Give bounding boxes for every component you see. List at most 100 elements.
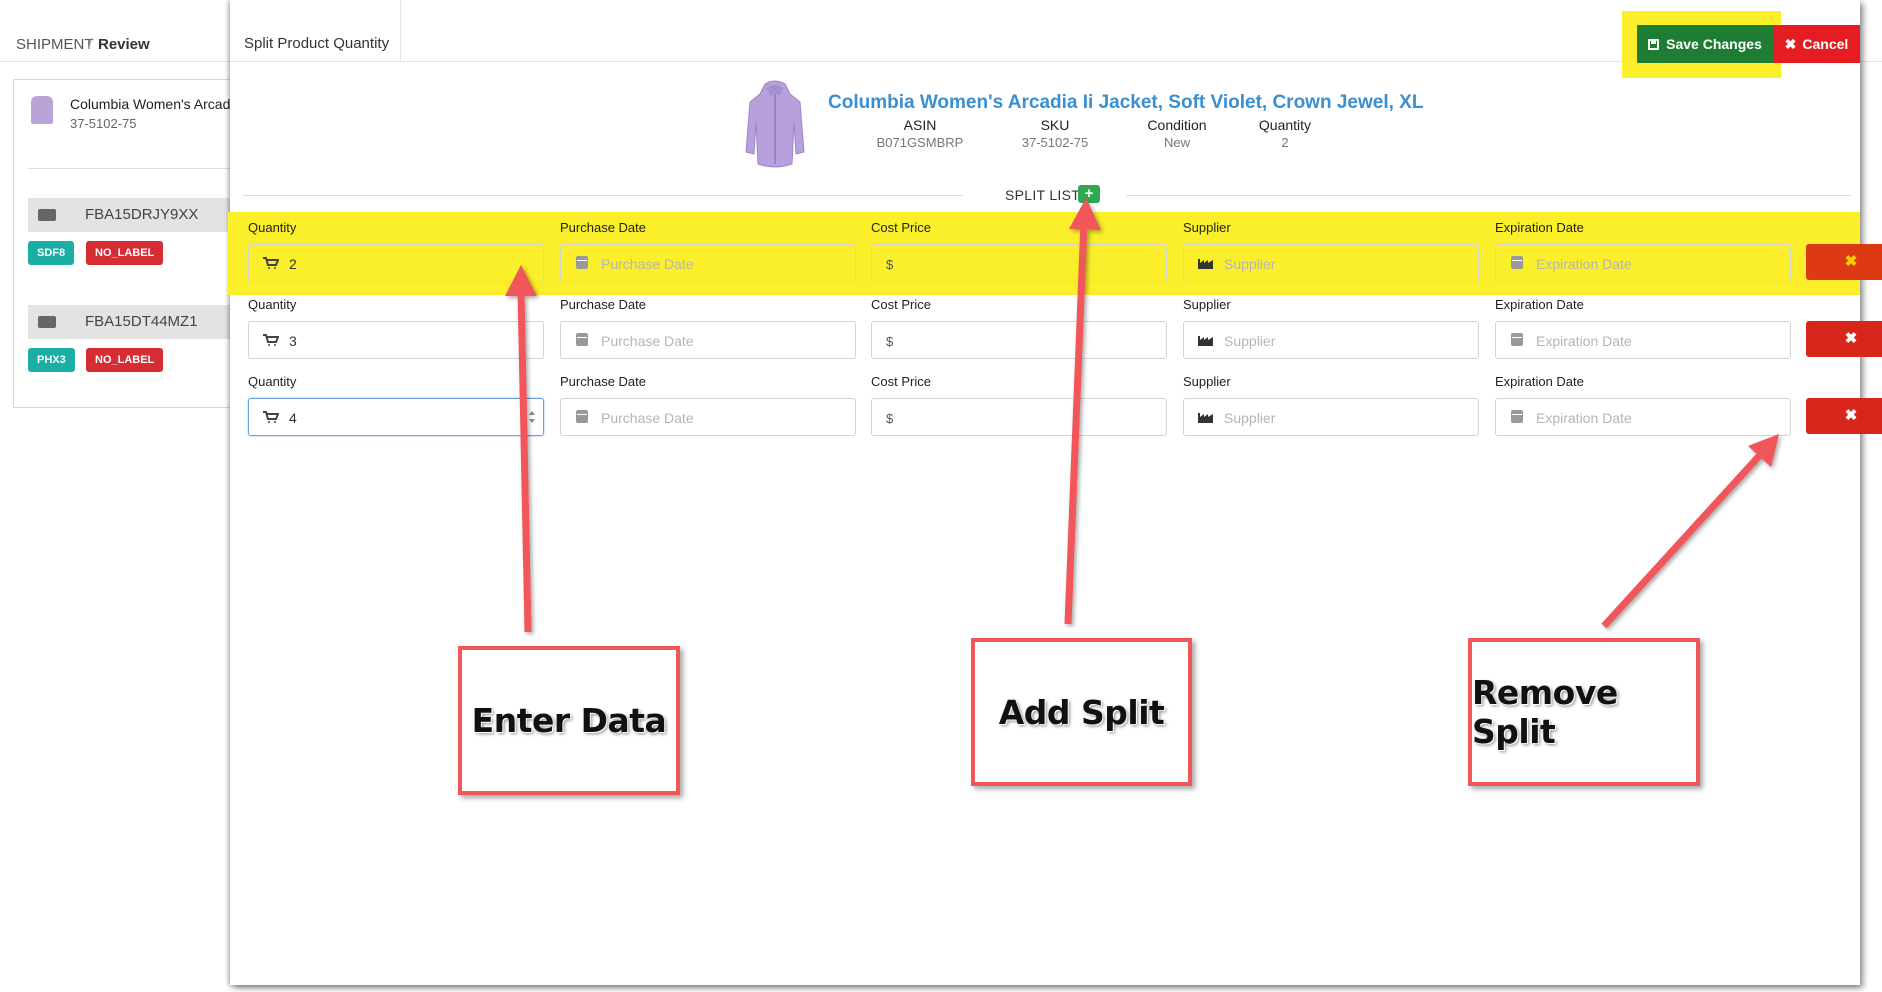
shipment-row[interactable]: FBA15DT44MZ1 [28,305,243,339]
breadcrumb-review: Review [98,36,150,53]
split-row: Quantity Purchase Date Cost Price Suppli… [230,297,1882,373]
shipment-id: FBA15DRJY9XX [85,206,199,223]
dollar-icon: $ [886,257,894,272]
save-changes-button[interactable]: Save Changes [1637,25,1773,63]
condition-info: Condition New [1127,117,1227,150]
truck-icon [38,316,56,328]
quantity-input[interactable]: 4 [248,398,544,436]
calendar-icon [1511,333,1523,346]
condition-label: Condition [1147,117,1207,133]
label-status-badge: NO_LABEL [86,241,164,265]
purchase-date-placeholder: Purchase Date [601,333,694,349]
purchase-date-label: Purchase Date [560,220,646,235]
calendar-icon [576,410,588,423]
modal-tab: Split Product Quantity [230,0,401,62]
divider [28,168,243,169]
expiration-date-placeholder: Expiration Date [1536,256,1632,272]
breadcrumb-separator: / [88,36,93,53]
expiration-date-input[interactable]: Expiration Date [1495,398,1791,436]
split-quantity-modal: Split Product Quantity Save Changes ✖ Ca… [228,0,1882,985]
asin-label: ASIN [903,117,937,133]
divider [1126,195,1851,196]
cart-icon [263,334,279,346]
factory-icon [1198,259,1213,269]
supplier-placeholder: Supplier [1224,410,1276,426]
cost-price-label: Cost Price [871,297,931,312]
save-changes-label: Save Changes [1666,36,1762,52]
close-icon: ✖ [1784,35,1797,52]
modal-title: Split Product Quantity [244,35,390,52]
sku-info: SKU 37-5102-75 [1010,117,1100,150]
calendar-icon [1511,256,1523,269]
add-split-button[interactable]: + [1078,185,1100,203]
add-split-callout: Add Split [971,638,1192,786]
factory-icon [1198,413,1213,423]
cost-price-input[interactable]: $ [871,398,1167,436]
enter-data-callout: Enter Data [458,646,680,795]
expiration-date-label: Expiration Date [1495,374,1584,389]
remove-split-button[interactable]: ✖ [1806,398,1882,434]
product-image [745,80,805,168]
cost-price-label: Cost Price [871,220,931,235]
cancel-button[interactable]: ✖ Cancel [1773,25,1860,63]
expiration-date-placeholder: Expiration Date [1536,333,1632,349]
calendar-icon [576,333,588,346]
quantity-input[interactable]: 3 [248,321,544,359]
cost-price-input[interactable]: $ [871,244,1167,282]
cost-price-input[interactable]: $ [871,321,1167,359]
quantity-value: 4 [289,410,297,426]
supplier-placeholder: Supplier [1224,256,1276,272]
purchase-date-input[interactable]: Purchase Date [560,321,856,359]
supplier-input[interactable]: Supplier [1183,398,1479,436]
calendar-icon [1511,410,1523,423]
screen: SHIPMENT / Review Columbia Women's Arcad… [0,0,1882,992]
supplier-input[interactable]: Supplier [1183,244,1479,282]
supplier-label: Supplier [1183,220,1231,235]
sku-label: SKU [1040,117,1070,133]
quantity-label: Quantity [248,374,297,389]
quantity-label: Quantity [1258,117,1312,133]
asin-value: B071GSMBRP [876,135,964,150]
dollar-icon: $ [886,334,894,349]
product-title-link[interactable]: Columbia Women's Arcadia Ii Jacket, Soft… [828,92,1423,114]
fulfillment-center-badge: PHX3 [28,348,75,372]
asin-info: ASIN B071GSMBRP [875,117,965,150]
expiration-date-input[interactable]: Expiration Date [1495,244,1791,282]
background-product-thumbnail [31,96,53,124]
purchase-date-placeholder: Purchase Date [601,410,694,426]
quantity-input[interactable]: 2 [248,244,544,282]
number-spinner-icon[interactable] [529,410,535,424]
purchase-date-input[interactable]: Purchase Date [560,244,856,282]
truck-icon [38,209,56,221]
quantity-label: Quantity [248,297,297,312]
divider [243,195,963,196]
sku-value: 37-5102-75 [1021,135,1089,150]
quantity-value: 3 [289,333,297,349]
purchase-date-label: Purchase Date [560,297,646,312]
shipment-row[interactable]: FBA15DRJY9XX [28,198,243,232]
supplier-input[interactable]: Supplier [1183,321,1479,359]
cart-icon [263,411,279,423]
remove-split-button[interactable]: ✖ [1806,321,1882,357]
calendar-icon [576,256,588,269]
cart-icon [263,257,279,269]
background-product-sku: 37-5102-75 [70,116,137,131]
supplier-label: Supplier [1183,297,1231,312]
supplier-label: Supplier [1183,374,1231,389]
factory-icon [1198,336,1213,346]
split-list-heading: SPLIT LIST [1005,187,1081,203]
purchase-date-input[interactable]: Purchase Date [560,398,856,436]
quantity-info: Quantity 2 [1235,117,1335,150]
cost-price-label: Cost Price [871,374,931,389]
supplier-placeholder: Supplier [1224,333,1276,349]
expiration-date-input[interactable]: Expiration Date [1495,321,1791,359]
add-split-text: Add Split [998,692,1165,732]
enter-data-text: Enter Data [471,701,667,740]
split-row: Quantity Purchase Date Cost Price Suppli… [230,220,1882,296]
quantity-value: 2 [1281,135,1289,150]
breadcrumb-shipment[interactable]: SHIPMENT [16,36,94,53]
quantity-value: 2 [289,256,297,272]
split-row: Quantity Purchase Date Cost Price Suppli… [230,374,1882,450]
remove-split-button[interactable]: ✖ [1806,244,1882,280]
dollar-icon: $ [886,411,894,426]
